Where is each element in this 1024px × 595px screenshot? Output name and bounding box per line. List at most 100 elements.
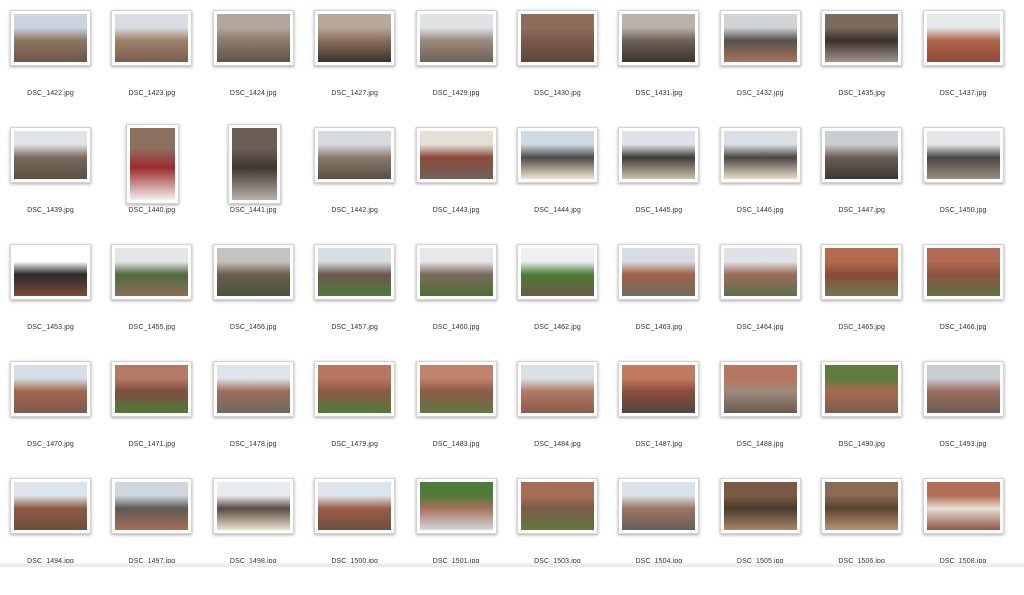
file-thumbnail[interactable] — [314, 361, 396, 417]
file-item[interactable]: DSC_1471.jpg — [101, 361, 202, 478]
file-thumbnail[interactable] — [415, 244, 497, 300]
file-item[interactable]: DSC_1463.jpg — [608, 244, 709, 361]
file-thumbnail[interactable] — [719, 361, 801, 417]
file-thumbnail[interactable] — [111, 244, 193, 300]
file-thumbnail[interactable] — [719, 127, 801, 183]
file-thumbnail[interactable] — [618, 127, 700, 183]
file-thumbnail[interactable] — [517, 244, 598, 300]
file-thumbnail[interactable] — [314, 478, 396, 534]
file-item[interactable]: DSC_1440.jpg — [101, 124, 202, 244]
file-item[interactable]: DSC_1483.jpg — [406, 361, 507, 478]
file-thumbnail[interactable] — [517, 361, 598, 417]
file-item[interactable]: DSC_1430.jpg — [507, 10, 608, 127]
file-item[interactable]: DSC_1501.jpg — [406, 478, 507, 595]
file-thumbnail[interactable] — [517, 127, 598, 183]
file-thumbnail[interactable] — [212, 244, 294, 300]
file-thumbnail[interactable] — [821, 10, 903, 66]
file-thumbnail[interactable] — [821, 361, 903, 417]
file-thumbnail[interactable] — [415, 361, 497, 417]
file-thumbnail[interactable] — [922, 10, 1004, 66]
file-thumbnail[interactable] — [821, 244, 903, 300]
file-item[interactable]: DSC_1443.jpg — [406, 127, 507, 244]
file-thumbnail[interactable] — [922, 361, 1004, 417]
file-thumbnail[interactable] — [212, 361, 294, 417]
file-item[interactable]: DSC_1505.jpg — [710, 478, 811, 595]
file-thumbnail[interactable] — [618, 478, 700, 534]
file-item[interactable]: DSC_1508.jpg — [913, 478, 1014, 595]
file-thumbnail[interactable] — [111, 10, 193, 66]
file-item[interactable]: DSC_1446.jpg — [710, 127, 811, 244]
file-thumbnail[interactable] — [415, 10, 497, 66]
file-item[interactable]: DSC_1464.jpg — [710, 244, 811, 361]
file-item[interactable]: DSC_1484.jpg — [507, 361, 608, 478]
file-item[interactable]: DSC_1503.jpg — [507, 478, 608, 595]
file-thumbnail[interactable] — [922, 478, 1004, 534]
file-thumbnail[interactable] — [517, 10, 598, 66]
file-thumbnail[interactable] — [10, 127, 91, 183]
file-item[interactable]: DSC_1457.jpg — [304, 244, 405, 361]
file-thumbnail[interactable] — [10, 361, 91, 417]
file-item[interactable]: DSC_1504.jpg — [608, 478, 709, 595]
file-item[interactable]: DSC_1488.jpg — [710, 361, 811, 478]
file-item[interactable]: DSC_1456.jpg — [203, 244, 304, 361]
file-item[interactable]: DSC_1439.jpg — [0, 127, 101, 244]
file-item[interactable]: DSC_1431.jpg — [608, 10, 709, 127]
file-thumbnail[interactable] — [618, 10, 700, 66]
file-thumbnail[interactable] — [821, 478, 903, 534]
file-item[interactable]: DSC_1460.jpg — [406, 244, 507, 361]
file-thumbnail[interactable] — [415, 127, 497, 183]
file-item[interactable]: DSC_1445.jpg — [608, 127, 709, 244]
file-item[interactable]: DSC_1466.jpg — [913, 244, 1014, 361]
file-item[interactable]: DSC_1487.jpg — [608, 361, 709, 478]
file-thumbnail[interactable] — [922, 244, 1004, 300]
file-thumbnail[interactable] — [212, 478, 294, 534]
file-thumbnail[interactable] — [314, 10, 396, 66]
file-item[interactable]: DSC_1422.jpg — [0, 10, 101, 127]
file-thumbnail[interactable] — [517, 478, 598, 534]
file-thumbnail[interactable] — [719, 244, 801, 300]
file-item[interactable]: DSC_1453.jpg — [0, 244, 101, 361]
file-item[interactable]: DSC_1444.jpg — [507, 127, 608, 244]
file-thumbnail[interactable] — [719, 10, 801, 66]
file-item[interactable]: DSC_1470.jpg — [0, 361, 101, 478]
file-item[interactable]: DSC_1479.jpg — [304, 361, 405, 478]
file-thumbnail[interactable] — [821, 127, 903, 183]
file-item[interactable]: DSC_1441.jpg — [203, 124, 304, 244]
file-thumbnail[interactable] — [111, 478, 193, 534]
file-thumbnail[interactable] — [922, 127, 1004, 183]
file-item[interactable]: DSC_1435.jpg — [811, 10, 912, 127]
file-item[interactable]: DSC_1478.jpg — [203, 361, 304, 478]
file-item[interactable]: DSC_1490.jpg — [811, 361, 912, 478]
file-item[interactable]: DSC_1506.jpg — [811, 478, 912, 595]
file-item[interactable]: DSC_1494.jpg — [0, 478, 101, 595]
file-item[interactable]: DSC_1432.jpg — [710, 10, 811, 127]
file-item[interactable]: DSC_1447.jpg — [811, 127, 912, 244]
file-item[interactable]: DSC_1442.jpg — [304, 127, 405, 244]
file-item[interactable]: DSC_1450.jpg — [913, 127, 1014, 244]
file-item[interactable]: DSC_1455.jpg — [101, 244, 202, 361]
file-thumbnail[interactable] — [10, 10, 91, 66]
file-thumbnail[interactable] — [618, 361, 700, 417]
file-item[interactable]: DSC_1497.jpg — [101, 478, 202, 595]
file-item[interactable]: DSC_1500.jpg — [304, 478, 405, 595]
file-thumbnail[interactable] — [10, 244, 91, 300]
file-thumbnail[interactable] — [719, 478, 801, 534]
file-thumbnail[interactable] — [618, 244, 700, 300]
file-item[interactable]: DSC_1427.jpg — [304, 10, 405, 127]
file-item[interactable]: DSC_1437.jpg — [913, 10, 1014, 127]
file-thumbnail[interactable] — [227, 124, 281, 204]
file-item[interactable]: DSC_1498.jpg — [203, 478, 304, 595]
file-thumbnail[interactable] — [415, 478, 497, 534]
file-thumbnail[interactable] — [212, 10, 294, 66]
file-thumbnail[interactable] — [111, 361, 193, 417]
file-item[interactable]: DSC_1465.jpg — [811, 244, 912, 361]
file-item[interactable]: DSC_1462.jpg — [507, 244, 608, 361]
file-thumbnail[interactable] — [314, 127, 396, 183]
file-thumbnail[interactable] — [314, 244, 396, 300]
file-thumbnail[interactable] — [126, 124, 180, 204]
file-item[interactable]: DSC_1423.jpg — [101, 10, 202, 127]
file-item[interactable]: DSC_1493.jpg — [913, 361, 1014, 478]
file-item[interactable]: DSC_1424.jpg — [203, 10, 304, 127]
file-thumbnail[interactable] — [10, 478, 91, 534]
file-item[interactable]: DSC_1429.jpg — [406, 10, 507, 127]
